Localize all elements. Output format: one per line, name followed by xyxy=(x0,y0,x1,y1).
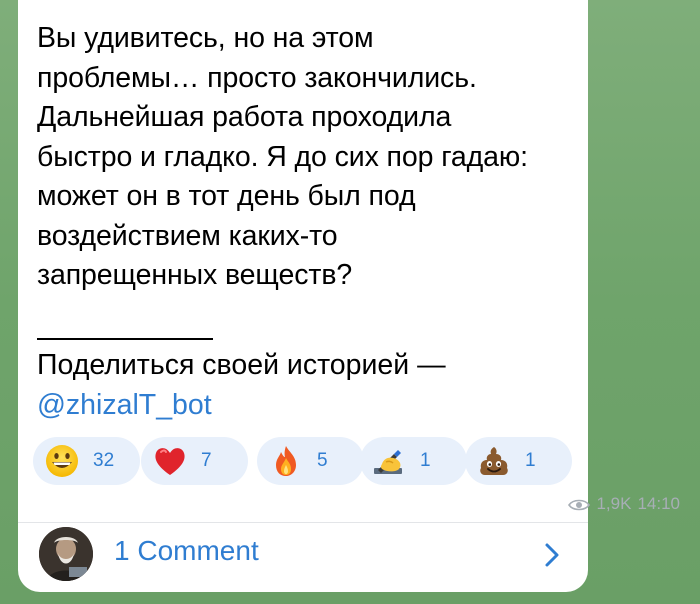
message-line: быстро и гладко. Я до сих пор гадаю: xyxy=(37,140,529,173)
reaction-count: 7 xyxy=(201,450,212,471)
message-line: Дальнейшая работа проходила xyxy=(37,101,452,133)
message-text: Вы удивитесь, но на этом проблемы… прост… xyxy=(37,19,582,296)
reaction-writing-hand[interactable]: 1 xyxy=(360,437,467,485)
writing-hand-icon xyxy=(372,444,406,478)
reaction-poo[interactable]: 1 xyxy=(465,437,572,485)
message-line: запрещенных веществ? xyxy=(37,259,353,291)
pile-of-poo-icon xyxy=(477,444,511,478)
reaction-count: 1 xyxy=(525,450,536,471)
views-count: 1,9K xyxy=(596,494,632,513)
message-meta: 1,9K 14:10 xyxy=(568,494,680,514)
fire-icon xyxy=(269,444,303,478)
comments-label: 1 Comment xyxy=(114,535,259,566)
reactions-bar: 32 7 5 1 1 xyxy=(33,437,573,487)
share-story-text: Поделиться своей историей — xyxy=(37,349,446,381)
grinning-face-icon xyxy=(45,444,79,478)
comments-button[interactable]: 1 Comment xyxy=(18,523,588,592)
separator-line xyxy=(37,338,213,340)
reaction-count: 5 xyxy=(317,450,328,471)
red-heart-icon xyxy=(153,444,187,478)
reaction-heart[interactable]: 7 xyxy=(141,437,248,485)
reaction-fire[interactable]: 5 xyxy=(257,437,364,485)
reaction-grinning[interactable]: 32 xyxy=(33,437,140,485)
message-line: воздействием каких-то xyxy=(37,219,338,252)
chevron-right-icon xyxy=(544,542,560,568)
message-time: 14:10 xyxy=(637,494,680,513)
reaction-count: 1 xyxy=(420,450,431,471)
avatar xyxy=(39,527,93,581)
message-line: Вы удивитесь, но на этом xyxy=(37,22,374,54)
bot-link[interactable]: @zhizalT_bot xyxy=(37,386,212,426)
reaction-count: 32 xyxy=(93,450,115,471)
message-line: может он в тот день был под xyxy=(37,180,416,212)
eye-icon xyxy=(568,497,591,511)
message-line: проблемы… просто закончились. xyxy=(37,61,477,94)
